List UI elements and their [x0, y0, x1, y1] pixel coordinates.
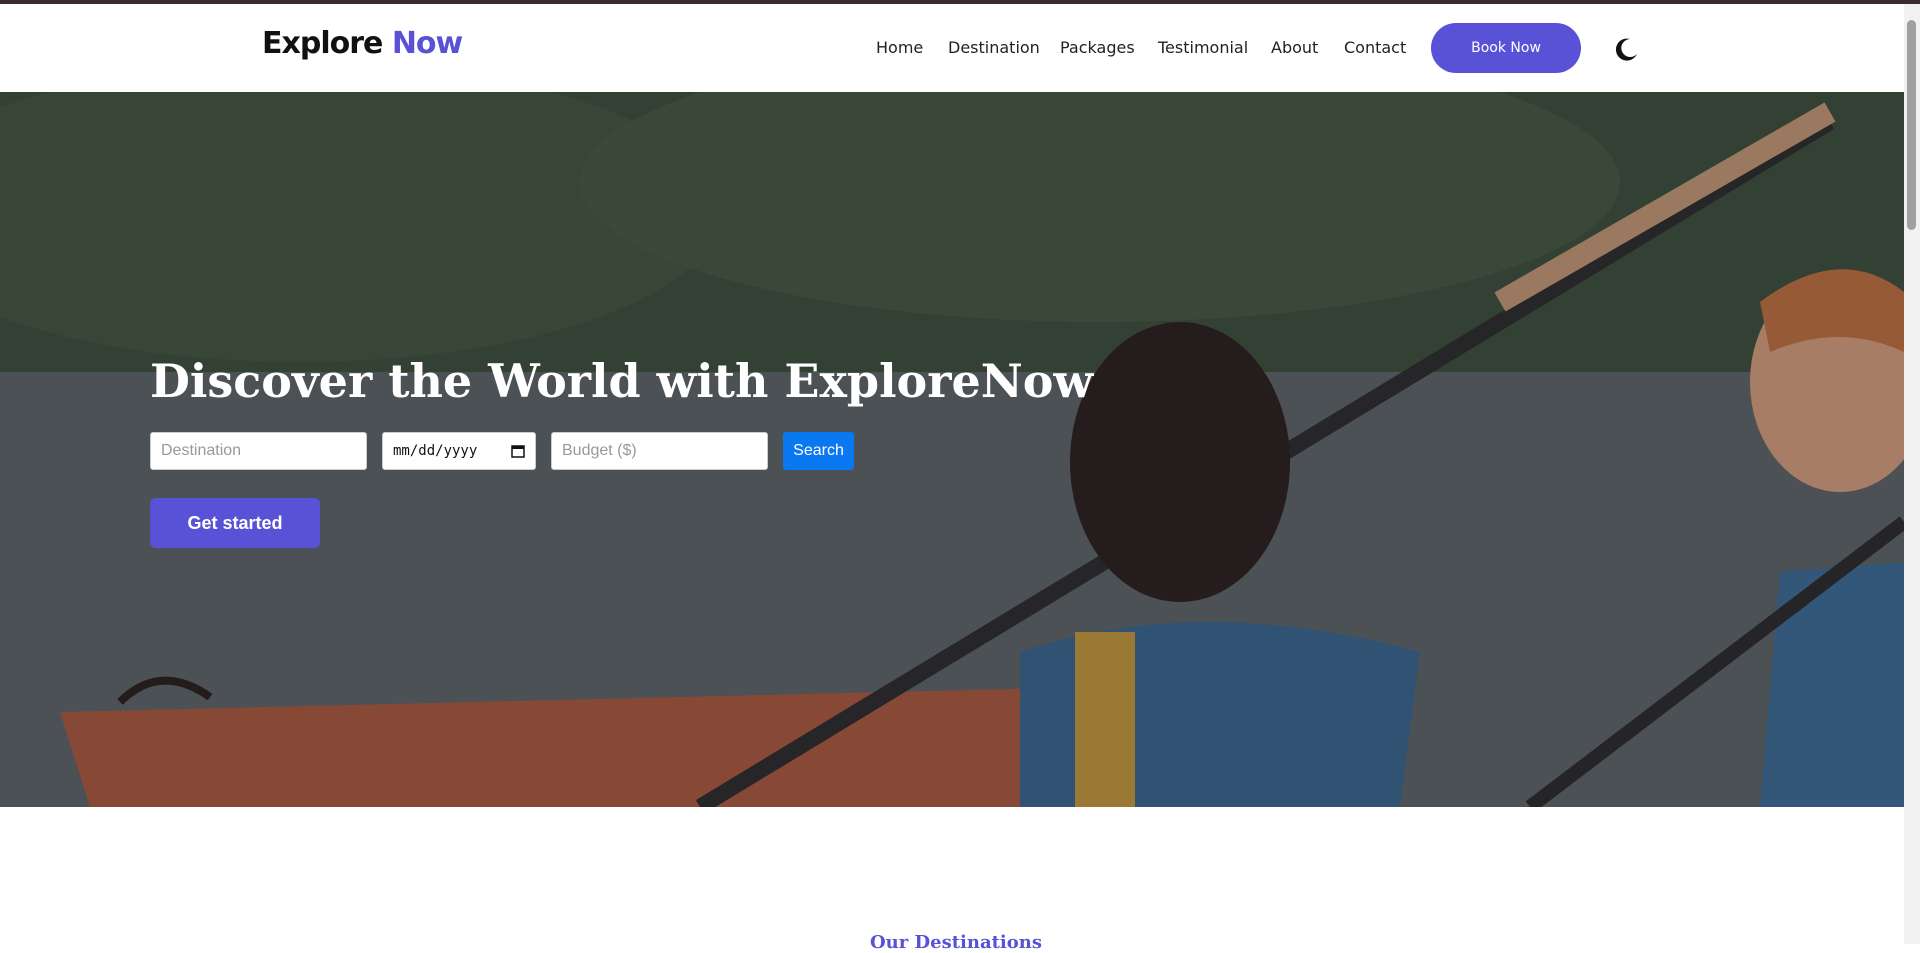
- search-button[interactable]: Search: [783, 432, 854, 470]
- brand-part-1: Explore: [262, 26, 383, 61]
- get-started-button[interactable]: Get started: [150, 498, 320, 548]
- nav-about[interactable]: About: [1271, 38, 1318, 57]
- budget-input[interactable]: Budget ($): [551, 432, 768, 470]
- destinations-section-title: Our Destinations: [870, 932, 1042, 953]
- date-value: mm/dd/yyyy: [393, 443, 478, 459]
- book-now-button[interactable]: Book Now: [1431, 23, 1581, 73]
- hero-section: Discover the World with ExploreNow Desti…: [0, 92, 1904, 807]
- date-input[interactable]: mm/dd/yyyy: [382, 432, 536, 470]
- brand-logo[interactable]: Explore Now: [262, 26, 463, 61]
- nav-destination[interactable]: Destination: [948, 38, 1040, 57]
- nav-testimonial[interactable]: Testimonial: [1158, 38, 1248, 57]
- destination-placeholder: Destination: [161, 442, 242, 459]
- navbar: Explore Now Home Destination Packages Te…: [0, 4, 1904, 92]
- nav-home[interactable]: Home: [876, 38, 923, 57]
- brand-part-2: Now: [391, 26, 463, 61]
- nav-contact[interactable]: Contact: [1344, 38, 1406, 57]
- hero-title: Discover the World with ExploreNow: [150, 354, 1094, 408]
- scrollbar-thumb[interactable]: [1907, 20, 1916, 230]
- moon-icon[interactable]: [1612, 36, 1640, 64]
- calendar-icon[interactable]: [511, 444, 525, 458]
- destination-input[interactable]: Destination: [150, 432, 367, 470]
- nav-packages[interactable]: Packages: [1060, 38, 1135, 57]
- budget-placeholder: Budget ($): [562, 442, 637, 459]
